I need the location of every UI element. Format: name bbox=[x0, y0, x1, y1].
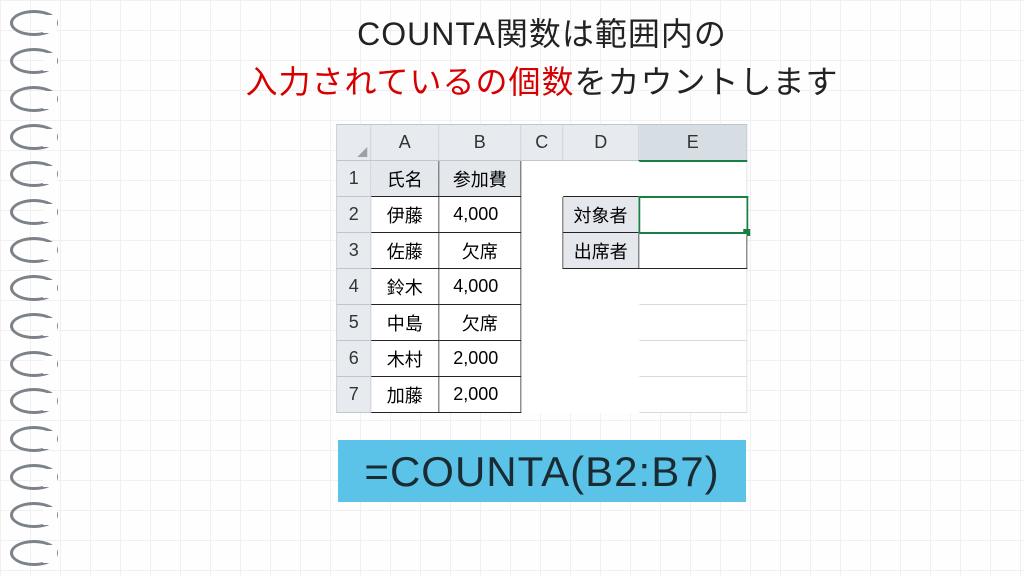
cell-A7[interactable]: 加藤 bbox=[371, 377, 439, 413]
cell-E4[interactable] bbox=[639, 269, 747, 305]
cell-B3[interactable]: 欠席 bbox=[439, 233, 521, 269]
row-header-6[interactable]: 6 bbox=[337, 341, 371, 377]
cell-E6[interactable] bbox=[639, 341, 747, 377]
col-header-A[interactable]: A bbox=[371, 125, 439, 161]
row-header-7[interactable]: 7 bbox=[337, 377, 371, 413]
cell-B2[interactable]: 4,000 bbox=[439, 197, 521, 233]
row-header-1[interactable]: 1 bbox=[337, 161, 371, 197]
cell-B7[interactable]: 2,000 bbox=[439, 377, 521, 413]
cell-A6[interactable]: 木村 bbox=[371, 341, 439, 377]
cell-D3[interactable]: 出席者 bbox=[563, 233, 639, 269]
cell-D7[interactable] bbox=[563, 377, 639, 413]
cell-D4[interactable] bbox=[563, 269, 639, 305]
formula-display: =COUNTA(B2:B7) bbox=[338, 440, 745, 502]
cell-C7[interactable] bbox=[521, 377, 563, 413]
cell-A5[interactable]: 中島 bbox=[371, 305, 439, 341]
row-header-5[interactable]: 5 bbox=[337, 305, 371, 341]
cell-C5[interactable] bbox=[521, 305, 563, 341]
cell-A3[interactable]: 佐藤 bbox=[371, 233, 439, 269]
cell-E7[interactable] bbox=[639, 377, 747, 413]
cell-E1[interactable] bbox=[639, 161, 747, 197]
cell-A4[interactable]: 鈴木 bbox=[371, 269, 439, 305]
col-header-B[interactable]: B bbox=[439, 125, 521, 161]
cell-E2-selected[interactable] bbox=[639, 197, 747, 233]
spreadsheet-table: A B C D E 1 氏名 参加費 2 伊藤 4,000 対象者 3 佐藤 欠… bbox=[336, 124, 748, 413]
title-line2-rest: をカウントします bbox=[575, 64, 839, 100]
select-all-corner[interactable] bbox=[337, 125, 371, 161]
cell-C6[interactable] bbox=[521, 341, 563, 377]
cell-E5[interactable] bbox=[639, 305, 747, 341]
cell-D6[interactable] bbox=[563, 341, 639, 377]
row-header-4[interactable]: 4 bbox=[337, 269, 371, 305]
cell-D1[interactable] bbox=[563, 161, 639, 197]
row-header-2[interactable]: 2 bbox=[337, 197, 371, 233]
col-header-D[interactable]: D bbox=[563, 125, 639, 161]
cell-B5[interactable]: 欠席 bbox=[439, 305, 521, 341]
col-header-C[interactable]: C bbox=[521, 125, 563, 161]
cell-B4[interactable]: 4,000 bbox=[439, 269, 521, 305]
cell-D2[interactable]: 対象者 bbox=[563, 197, 639, 233]
cell-A1[interactable]: 氏名 bbox=[371, 161, 439, 197]
cell-A2[interactable]: 伊藤 bbox=[371, 197, 439, 233]
cell-B6[interactable]: 2,000 bbox=[439, 341, 521, 377]
row-header-3[interactable]: 3 bbox=[337, 233, 371, 269]
title-highlight: 入力されているの個数 bbox=[245, 64, 574, 100]
cell-C3[interactable] bbox=[521, 233, 563, 269]
title-line1: COUNTA関数は範囲内の bbox=[357, 16, 727, 52]
explanation-title: COUNTA関数は範囲内の 入力されているの個数をカウントします bbox=[80, 10, 1004, 106]
cell-B1[interactable]: 参加費 bbox=[439, 161, 521, 197]
cell-D5[interactable] bbox=[563, 305, 639, 341]
notebook-binding bbox=[10, 10, 60, 566]
cell-C1[interactable] bbox=[521, 161, 563, 197]
cell-C2[interactable] bbox=[521, 197, 563, 233]
cell-C4[interactable] bbox=[521, 269, 563, 305]
cell-E3[interactable] bbox=[639, 233, 747, 269]
col-header-E[interactable]: E bbox=[639, 125, 747, 161]
